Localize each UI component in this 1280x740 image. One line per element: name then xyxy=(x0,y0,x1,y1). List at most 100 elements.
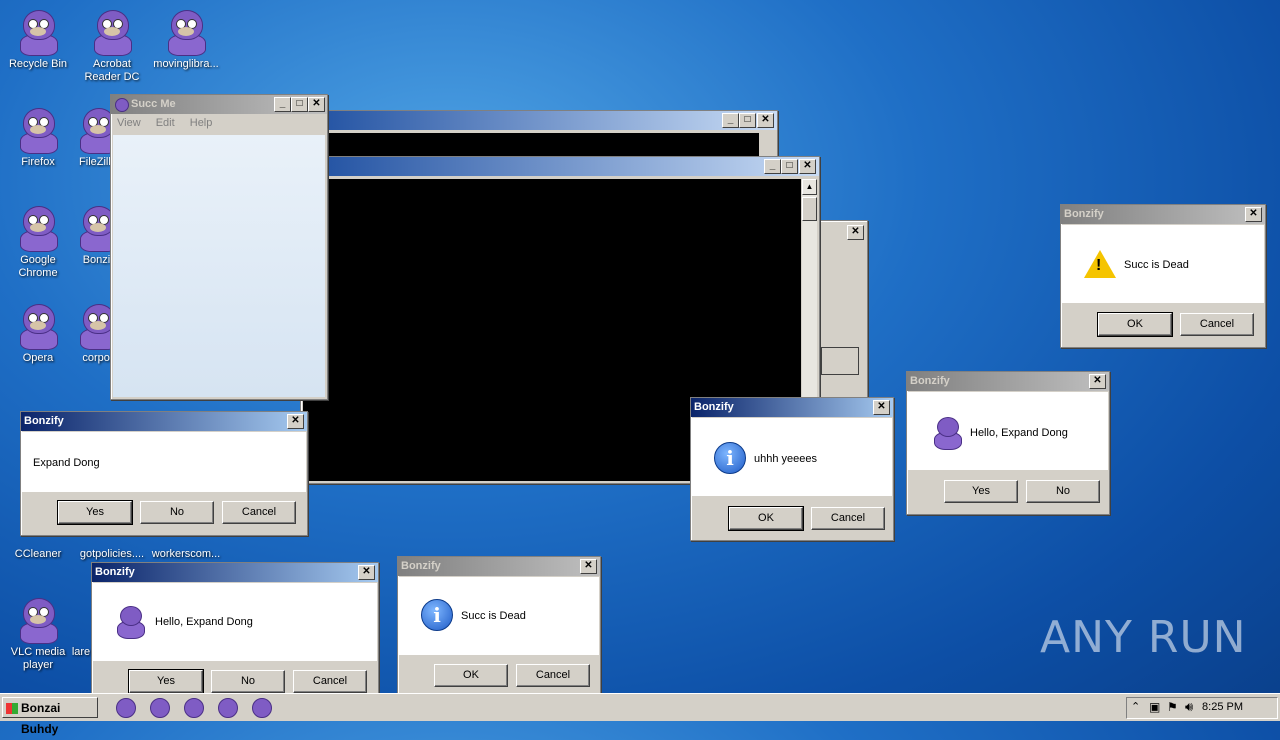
info-icon: i xyxy=(421,599,453,631)
start-button[interactable]: Bonzai Buhdy xyxy=(2,697,98,736)
maximize-button[interactable]: □ xyxy=(291,97,308,112)
tray-expand-icon[interactable]: ⌃ xyxy=(1131,700,1140,713)
taskbar: Bonzai Buhdy ⌃ ▣ ⚑ 🔊︎ 8:25 PM xyxy=(0,693,1280,736)
dialog-succ-is-dead-warning[interactable]: Bonzify ✕ ! Succ is Dead OK Cancel xyxy=(1060,204,1266,348)
dialog-title: Bonzify xyxy=(1064,208,1104,220)
dialog-expand-dong[interactable]: Bonzify ✕ Expand Dong Yes No Cancel xyxy=(20,411,308,536)
dialog-titlebar[interactable]: Bonzify ✕ xyxy=(907,372,1109,391)
cancel-button[interactable]: Cancel xyxy=(222,501,296,524)
close-button[interactable]: ✕ xyxy=(580,559,597,574)
no-button[interactable]: No xyxy=(1026,480,1100,503)
dialog-body: ! Succ is Dead xyxy=(1062,225,1264,303)
dialog-uhhh-yeeees[interactable]: Bonzify ✕ i uhhh yeeees OK Cancel xyxy=(690,397,894,541)
succ-me-titlebar[interactable]: Succ Me _ □ ✕ xyxy=(111,95,327,114)
dialog-titlebar[interactable]: Bonzify ✕ xyxy=(398,557,600,576)
dialog-titlebar[interactable]: Bonzify ✕ xyxy=(92,563,378,582)
minimize-button[interactable]: _ xyxy=(722,113,739,128)
cancel-button[interactable]: Cancel xyxy=(516,664,590,687)
network-icon[interactable]: ▣ xyxy=(1149,700,1160,714)
dialog-body: Expand Dong xyxy=(22,432,306,492)
cancel-button[interactable]: Cancel xyxy=(293,670,367,693)
desktop-icon-movinglibra[interactable]: movinglibra... xyxy=(148,8,224,71)
desktop-icon-ccleaner[interactable]: CCleaner xyxy=(0,548,76,561)
console-titlebar[interactable]: _ □ ✕ xyxy=(301,111,777,130)
bonzi-taskbar-icon[interactable] xyxy=(252,698,272,718)
desktop-icon-vlc[interactable]: VLC media player xyxy=(0,596,76,672)
close-button[interactable]: ✕ xyxy=(799,159,816,174)
start-label: Bonzai Buhdy xyxy=(21,701,61,736)
maximize-button[interactable]: □ xyxy=(781,159,798,174)
close-button[interactable]: ✕ xyxy=(1089,374,1106,389)
close-button[interactable]: ✕ xyxy=(358,565,375,580)
menu-edit[interactable]: Edit xyxy=(156,117,175,129)
desktop-icon-label: gotpolicies.... xyxy=(79,548,145,560)
warning-icon: ! xyxy=(1084,250,1116,278)
clock[interactable]: 8:25 PM xyxy=(1202,701,1243,713)
dialog-hello-expand-dong[interactable]: Bonzify ✕ Hello, Expand Dong Yes No Canc… xyxy=(91,562,379,695)
bonzi-icon xyxy=(90,8,134,56)
dialog-title: Bonzify xyxy=(910,375,950,387)
close-button[interactable]: ✕ xyxy=(287,414,304,429)
close-button[interactable]: ✕ xyxy=(757,113,774,128)
flag-icon[interactable]: ⚑ xyxy=(1167,700,1178,714)
cancel-button[interactable]: Cancel xyxy=(1180,313,1254,336)
console-titlebar[interactable]: _ □ ✕ xyxy=(301,157,819,176)
dialog-titlebar[interactable]: Bonzify ✕ xyxy=(1061,205,1265,224)
scroll-up-arrow[interactable]: ▲ xyxy=(802,179,817,195)
window-title: Succ Me xyxy=(131,98,176,110)
scroll-thumb[interactable] xyxy=(802,197,817,221)
dialog-message: Hello, Expand Dong xyxy=(155,616,253,628)
dialog-body: Hello, Expand Dong xyxy=(93,583,377,661)
minimize-button[interactable]: _ xyxy=(274,97,291,112)
dialog-succ-is-dead-info[interactable]: Bonzify ✕ i Succ is Dead OK Cancel xyxy=(397,556,601,695)
desktop-icon-label: movinglibra... xyxy=(153,58,219,70)
desktop-icon-label: Recycle Bin xyxy=(8,58,68,70)
desktop-icon-label: Firefox xyxy=(21,156,55,168)
cancel-button[interactable]: Cancel xyxy=(811,507,885,530)
succ-me-window[interactable]: Succ Me _ □ ✕ View Edit Help xyxy=(110,94,328,400)
menu-help[interactable]: Help xyxy=(190,117,213,129)
ok-button[interactable]: OK xyxy=(434,664,508,687)
no-button[interactable]: No xyxy=(140,501,214,524)
system-tray: ⌃ ▣ ⚑ 🔊︎ 8:25 PM xyxy=(1126,697,1278,719)
ok-button[interactable]: OK xyxy=(728,506,804,531)
yes-button[interactable]: Yes xyxy=(128,669,204,694)
close-button[interactable]: ✕ xyxy=(873,400,890,415)
yes-button[interactable]: Yes xyxy=(944,480,1018,503)
menu-view[interactable]: View xyxy=(117,117,141,129)
volume-icon[interactable]: 🔊︎ xyxy=(1185,699,1193,715)
dialog-message: Succ is Dead xyxy=(1124,259,1189,271)
desktop-icon-recycle-bin[interactable]: Recycle Bin xyxy=(0,8,76,71)
desktop-icon-label: Acrobat Reader DC xyxy=(84,58,140,83)
desktop-icon-gotpolicies[interactable]: gotpolicies.... xyxy=(74,548,150,561)
maximize-button[interactable]: □ xyxy=(739,113,756,128)
close-button[interactable]: ✕ xyxy=(308,97,325,112)
close-button[interactable]: ✕ xyxy=(1245,207,1262,222)
bonzi-icon xyxy=(16,302,60,350)
dialog-titlebar[interactable]: Bonzify ✕ xyxy=(21,412,307,431)
info-icon: i xyxy=(714,442,746,474)
desktop-icon-label: Bonzif xyxy=(82,254,114,266)
ok-button[interactable]: OK xyxy=(1097,312,1173,337)
dialog-body: i uhhh yeeees xyxy=(692,418,892,496)
bonzi-taskbar-icon[interactable] xyxy=(184,698,204,718)
dialog-titlebar[interactable]: Bonzify ✕ xyxy=(691,398,893,417)
bonzi-taskbar-icon[interactable] xyxy=(116,698,136,718)
bonzi-taskbar-icon[interactable] xyxy=(218,698,238,718)
desktop-icon-label: lare xyxy=(71,646,91,658)
hidden-window[interactable]: ✕ xyxy=(818,220,868,400)
desktop-icon-acrobat[interactable]: Acrobat Reader DC xyxy=(74,8,150,84)
bonzi-icon xyxy=(16,204,60,252)
bonzi-icon xyxy=(16,106,60,154)
minimize-button[interactable]: _ xyxy=(764,159,781,174)
dialog-hello-expand-dong-2[interactable]: Bonzify ✕ Hello, Expand Dong Yes No xyxy=(906,371,1110,515)
yes-button[interactable]: Yes xyxy=(57,500,133,525)
desktop-icon-workerscom[interactable]: workerscom... xyxy=(148,548,224,561)
bonzi-taskbar-icon[interactable] xyxy=(150,698,170,718)
bonzi-icon xyxy=(16,596,60,644)
close-button[interactable]: ✕ xyxy=(847,225,864,240)
dialog-message: Expand Dong xyxy=(33,457,100,469)
no-button[interactable]: No xyxy=(211,670,285,693)
dialog-body: i Succ is Dead xyxy=(399,577,599,655)
hidden-window-button[interactable] xyxy=(821,347,859,375)
